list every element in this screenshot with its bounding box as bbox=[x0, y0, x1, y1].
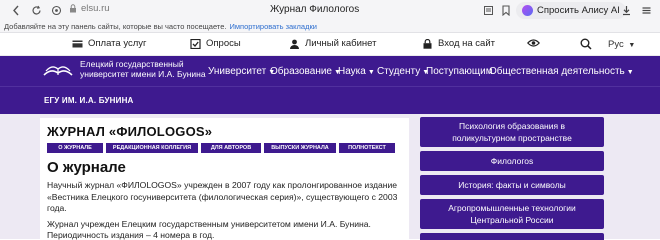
nav-label: Наука bbox=[338, 66, 366, 77]
tab-about[interactable]: О ЖУРНАЛЕ bbox=[47, 143, 103, 153]
nav-label: Образование bbox=[270, 66, 332, 77]
nav-applicants[interactable]: Поступающим bbox=[426, 66, 493, 77]
tab-issues[interactable]: ВЫПУСКИ ЖУРНАЛА bbox=[264, 143, 336, 153]
tab-authors[interactable]: ДЛЯ АВТОРОВ bbox=[201, 143, 261, 153]
nav-label: Общественная деятельность bbox=[489, 66, 625, 77]
cabinet-label: Личный кабинет bbox=[305, 38, 377, 49]
user-icon bbox=[290, 39, 299, 49]
protect-icon[interactable] bbox=[48, 2, 64, 18]
sidebar-journal-history[interactable]: История: факты и символы bbox=[420, 175, 604, 195]
article-paragraph: Научный журнал «ФИЛОLOGOS» учрежден в 20… bbox=[47, 180, 398, 213]
nav-university[interactable]: Университет ▼ bbox=[208, 66, 275, 77]
alice-label: Спросить Алису AI bbox=[537, 5, 620, 16]
browser-toolbar: elsu.ru Журнал Филологоs Спросить Алису … bbox=[0, 0, 660, 21]
journal-title: ЖУРНАЛ «ФИЛОLOGOS» bbox=[47, 124, 213, 139]
bookmarks-bar: Добавляйте на эту панель сайты, которые … bbox=[0, 21, 660, 33]
article-paragraph: Журнал учрежден Елецким государственным … bbox=[47, 218, 371, 240]
surveys-link[interactable]: Опросы bbox=[190, 38, 241, 49]
cabinet-link[interactable]: Личный кабинет bbox=[289, 38, 376, 49]
nav-label: Университет bbox=[208, 66, 267, 77]
section-heading: О журнале bbox=[47, 159, 126, 176]
address-bar[interactable]: elsu.ru bbox=[69, 3, 110, 14]
brand-bar: ЕГУ ИМ. И.А. БУНИНА bbox=[0, 86, 660, 114]
chevron-down-icon: ▼ bbox=[626, 69, 634, 76]
payment-link[interactable]: Оплата услуг bbox=[72, 38, 146, 49]
import-bookmarks-link[interactable]: Импортировать закладки bbox=[229, 22, 316, 31]
tab-fulltext[interactable]: ПОЛНОТЕКСТ bbox=[339, 143, 395, 153]
alice-icon bbox=[522, 5, 533, 16]
refresh-icon[interactable] bbox=[28, 2, 44, 18]
credit-card-icon bbox=[72, 40, 83, 47]
reader-icon[interactable] bbox=[480, 2, 496, 18]
payment-label: Оплата услуг bbox=[88, 38, 147, 49]
utility-bar: Оплата услуг Опросы Личный кабинет Вход … bbox=[0, 34, 660, 56]
bookmarks-prompt: Добавляйте на эту панель сайты, которые … bbox=[4, 22, 227, 31]
chevron-down-icon: ▼ bbox=[367, 69, 375, 76]
university-logo[interactable]: Елецкий государственный университет имен… bbox=[42, 59, 220, 79]
lock-icon bbox=[423, 38, 432, 49]
nav-label: Поступающим bbox=[426, 66, 493, 77]
login-label: Вход на сайт bbox=[438, 38, 495, 49]
sidebar-journal-philologos[interactable]: Филологоs bbox=[420, 151, 604, 171]
checkbox-icon bbox=[190, 38, 201, 49]
downloads-icon[interactable] bbox=[618, 2, 634, 18]
url-text: elsu.ru bbox=[81, 3, 110, 14]
page-title: Журнал Филологоs bbox=[270, 4, 360, 15]
sidebar-journal-more[interactable] bbox=[420, 233, 604, 240]
nav-label: Студенту bbox=[377, 66, 421, 77]
login-link[interactable]: Вход на сайт bbox=[422, 38, 495, 49]
surveys-label: Опросы bbox=[206, 38, 241, 49]
sidebar-journal-psychology[interactable]: Психология образования в поликультурном … bbox=[420, 117, 604, 147]
nav-science[interactable]: Наука ▼ bbox=[338, 66, 375, 77]
nav-education[interactable]: Образование ▼ bbox=[270, 66, 341, 77]
main-nav: Елецкий государственный университет имен… bbox=[0, 56, 660, 86]
nav-student[interactable]: Студенту ▼ bbox=[377, 66, 429, 77]
article: ЖУРНАЛ «ФИЛОLOGOS» О ЖУРНАЛЕ РЕДАКЦИОННА… bbox=[40, 118, 409, 240]
nav-public-activity[interactable]: Общественная деятельность ▼ bbox=[489, 66, 634, 77]
tab-editorial-board[interactable]: РЕДАКЦИОННАЯ КОЛЛЕГИЯ bbox=[106, 143, 198, 153]
back-icon[interactable] bbox=[8, 2, 24, 18]
search-icon[interactable] bbox=[580, 38, 592, 50]
chevron-down-icon: ▼ bbox=[628, 42, 636, 49]
sidebar-journal-agro[interactable]: Агропромышленные технологии Центральной … bbox=[420, 199, 604, 229]
book-logo-icon bbox=[43, 66, 73, 76]
logo-text: Елецкий государственный университет имен… bbox=[80, 59, 206, 79]
menu-icon[interactable] bbox=[638, 2, 654, 18]
language-label: Рус bbox=[608, 39, 624, 50]
accessibility-eye-icon[interactable] bbox=[527, 38, 540, 48]
journal-tabs: О ЖУРНАЛЕ РЕДАКЦИОННАЯ КОЛЛЕГИЯ ДЛЯ АВТО… bbox=[47, 143, 403, 153]
language-select[interactable]: Рус ▼ bbox=[608, 39, 635, 50]
bookmark-icon[interactable] bbox=[498, 2, 514, 18]
brand-title[interactable]: ЕГУ ИМ. И.А. БУНИНА bbox=[44, 96, 134, 105]
ask-alice-button[interactable]: Спросить Алису AI bbox=[516, 2, 626, 19]
lock-icon bbox=[70, 4, 76, 13]
